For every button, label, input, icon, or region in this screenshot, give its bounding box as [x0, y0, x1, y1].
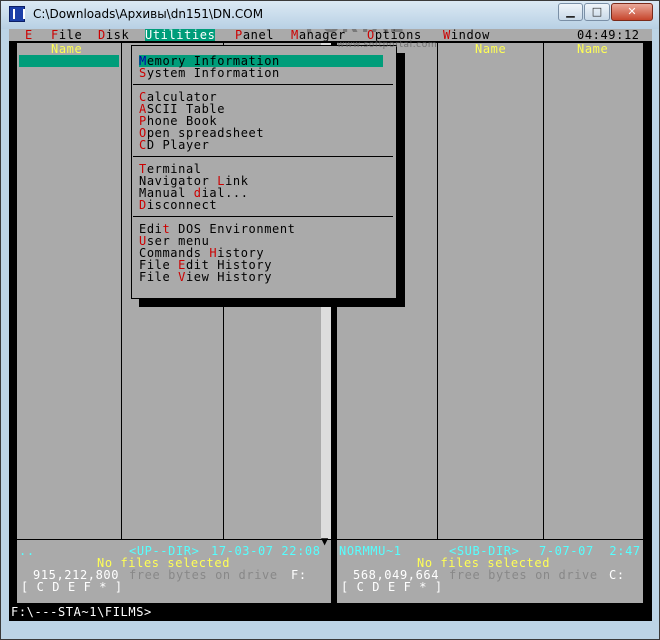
- left-info-name: ..: [19, 544, 35, 558]
- menu-item-panel[interactable]: Panel: [235, 29, 274, 41]
- left-col-header: Name: [51, 42, 83, 56]
- util-menu-item[interactable]: File View History: [139, 271, 383, 283]
- util-label-pre: File: [139, 270, 179, 284]
- util-label-rest: iew History: [185, 270, 273, 284]
- left-free-text: free bytes on drive: [129, 568, 278, 582]
- util-label-rest: isconnect: [146, 198, 218, 212]
- right-info-date: 7-07-07 2:47: [539, 544, 641, 558]
- dos-screen[interactable]: E File Disk Utilities Panel Manager Options Win…: [9, 29, 652, 621]
- menu-item-e[interactable]: E: [25, 29, 33, 41]
- app-icon: [9, 6, 25, 22]
- window-title: C:\Downloads\Архивы\dn151\DN.COM: [33, 7, 264, 21]
- util-menu-item[interactable]: Disconnect: [139, 199, 383, 211]
- file-cursor: [19, 55, 119, 67]
- right-free-text: free bytes on drive: [449, 568, 598, 582]
- right-col-header-2: Name: [577, 42, 609, 56]
- menu-item-window[interactable]: Window: [443, 29, 490, 41]
- clock: 04:49:12: [577, 29, 640, 42]
- dn-window: C:\Downloads\Архивы\dn151\DN.COM ▁ □ ✕ E…: [0, 0, 660, 640]
- util-label-rest: D Player: [146, 138, 210, 152]
- menu-item-utilities[interactable]: Utilities: [145, 29, 216, 41]
- right-drive-list[interactable]: [ C D E F * ]: [341, 581, 443, 593]
- util-menu-item[interactable]: CD Player: [139, 139, 383, 151]
- util-label-hotkey: S: [139, 66, 147, 80]
- window-bottom: [9, 621, 652, 633]
- menu-item-file[interactable]: File: [51, 29, 82, 41]
- util-label-rest: ystem Information: [146, 66, 280, 80]
- right-col-header-1: Name: [475, 42, 507, 56]
- util-label-hotkey: V: [178, 270, 186, 284]
- menu-separator: [133, 156, 393, 157]
- util-menu-item[interactable]: System Information: [139, 67, 383, 79]
- minimize-button[interactable]: ▁: [558, 3, 583, 21]
- command-prompt[interactable]: F:\---STA~1\FILMS>: [11, 606, 152, 618]
- menu-separator: [133, 84, 393, 85]
- util-label-hotkey: C: [139, 138, 147, 152]
- watermark-url: www.softportal.com: [337, 40, 438, 50]
- util-label-hotkey: D: [139, 198, 147, 212]
- right-info-name: NORMMU~1: [339, 544, 402, 558]
- left-drive-list[interactable]: [ C D E F * ]: [21, 581, 123, 593]
- maximize-button[interactable]: □: [584, 3, 610, 21]
- scroll-down-arrow-icon[interactable]: ▼: [321, 535, 329, 547]
- right-drive: C:: [609, 568, 625, 582]
- menu-item-disk[interactable]: Disk: [98, 29, 129, 41]
- watermark-logo: PORTAL: [305, 29, 404, 37]
- left-drive: F:: [291, 568, 307, 582]
- close-button[interactable]: ✕: [611, 3, 653, 21]
- menu-separator: [133, 216, 393, 217]
- title-bar[interactable]: C:\Downloads\Архивы\dn151\DN.COM ▁ □ ✕: [1, 1, 659, 29]
